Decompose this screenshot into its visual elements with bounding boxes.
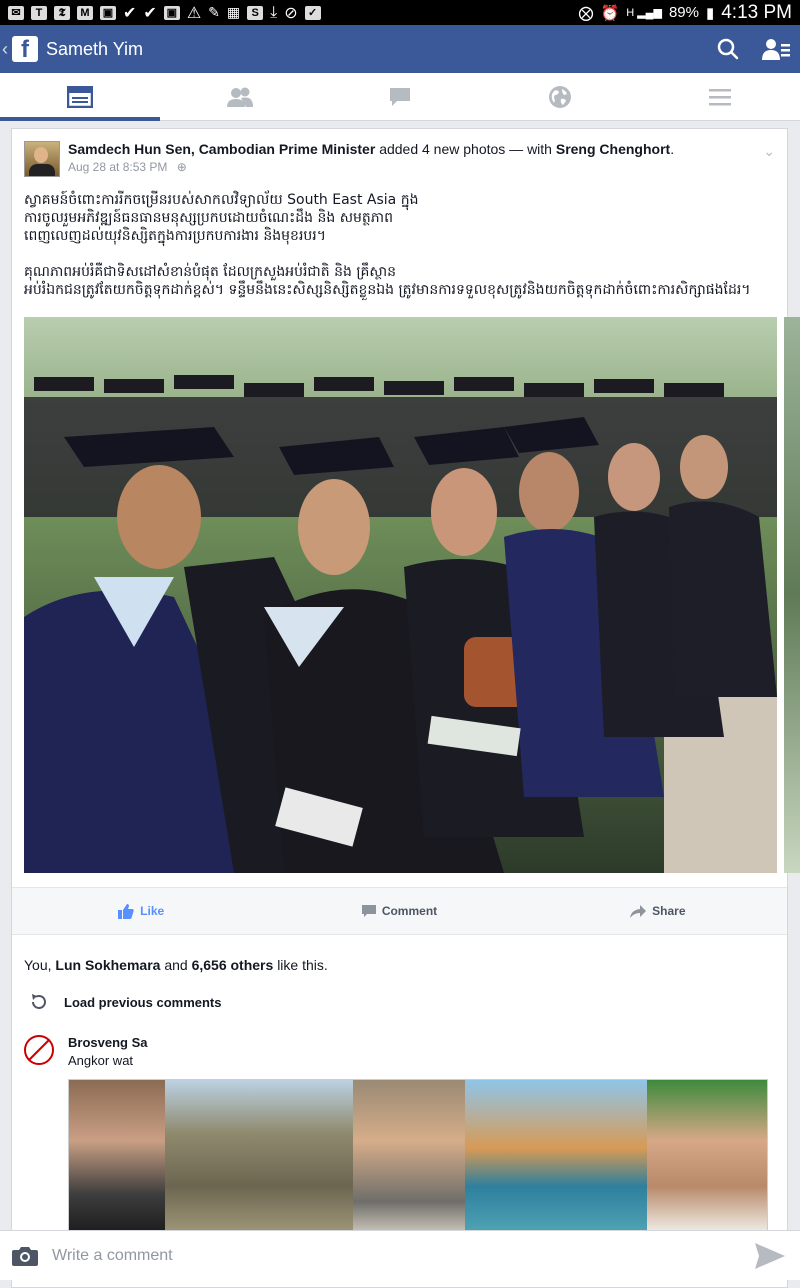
share-label: Share [652, 904, 686, 918]
profile-title: Sameth Yim [46, 38, 144, 59]
camera-icon [12, 1246, 38, 1266]
post-timestamp[interactable]: Aug 28 at 8:53 PM [68, 160, 167, 174]
check-icon: ✔ [123, 4, 137, 22]
app-bar: ‹ f Sameth Yim [0, 25, 800, 73]
post-options-chevron-icon[interactable]: ⌄ [763, 143, 775, 160]
post-meta: Aug 28 at 8:53 PM ⊕ [68, 160, 187, 174]
comment-image-portrait-2 [353, 1080, 465, 1232]
share-button[interactable]: Share [529, 888, 787, 934]
tagged-person[interactable]: Sreng Chenghort [556, 141, 670, 157]
facebook-logo[interactable]: f [12, 36, 38, 63]
comment-image-temple-1 [165, 1080, 353, 1232]
signal-icon: H ▂▄▆ [626, 7, 662, 19]
post-text: ស្វាគមន៍ចំពោះការរីកចម្រើនរបស់សាកលវិទ្យាល… [24, 192, 751, 298]
tab-more[interactable] [640, 73, 800, 120]
comment-composer [0, 1230, 800, 1280]
search-icon [717, 38, 739, 60]
author-avatar[interactable] [24, 141, 60, 177]
next-photo-preview[interactable] [784, 317, 800, 873]
battery-level: 89% [668, 4, 699, 21]
tab-news-feed[interactable] [0, 73, 160, 121]
post-actions: Like Comment Share [12, 887, 787, 935]
notifications-globe-icon [549, 85, 571, 108]
load-previous-label: Load previous comments [64, 994, 222, 1010]
search-button[interactable] [704, 38, 752, 60]
author-name[interactable]: Samdech Hun Sen, Cambodian Prime Ministe… [68, 141, 375, 157]
download-icon: ⤓ [270, 3, 278, 21]
paint-icon: ✎ [208, 4, 220, 20]
news-icon: T [31, 5, 47, 20]
alarm-icon: ⏰ [600, 4, 620, 22]
video-icon: ▦ [226, 4, 241, 20]
mail-icon: ✉ [8, 5, 24, 20]
skype-icon: S [247, 5, 264, 20]
menu-icon [709, 88, 731, 105]
task-icon: ✓ [304, 5, 321, 20]
gmail-icon: M [77, 5, 93, 20]
comment-button[interactable]: Comment [270, 888, 528, 934]
battery-icon: ▮ [705, 4, 715, 22]
public-globe-icon: ⊕ [176, 160, 187, 174]
friend-requests-icon [762, 39, 790, 60]
newspaper-icon: 𝕿 [54, 5, 70, 20]
post-card: Samdech Hun Sen, Cambodian Prime Ministe… [11, 128, 800, 1288]
post-headline: Samdech Hun Sen, Cambodian Prime Ministe… [68, 141, 675, 157]
compass-icon: ⊘ [284, 4, 298, 22]
comment-image-portrait-3 [647, 1080, 767, 1232]
load-previous-comments[interactable]: Load previous comments [30, 993, 221, 1011]
camera-button[interactable] [0, 1246, 50, 1266]
graduation-photo-image [24, 317, 777, 873]
likes-summary: You, Lun Sokhemara and 6,656 others like… [24, 957, 328, 973]
friends-icon [227, 87, 253, 107]
status-bar: ✉ T 𝕿 M ▣ ✔ ✔ ▣ ⚠ ✎ ▦ S ⤓ ⊘ ✓ ⨂ ⏰ H ▂▄▆ … [0, 0, 800, 25]
likes-others-link[interactable]: 6,656 others [192, 957, 274, 973]
commenter-name[interactable]: Brosveng Sa [68, 1035, 147, 1050]
commenter-avatar[interactable] [24, 1035, 54, 1065]
clock: 4:13 PM [721, 1, 792, 23]
warning-icon: ⚠ [186, 4, 202, 22]
tab-bar [0, 73, 800, 121]
messages-icon [390, 87, 410, 106]
share-icon [630, 904, 647, 918]
tab-messages[interactable] [320, 73, 480, 120]
comment-label: Comment [381, 904, 438, 918]
tab-notifications[interactable] [480, 73, 640, 120]
refresh-icon [32, 994, 46, 1009]
tab-friends[interactable] [160, 73, 320, 120]
check-icon: ✔ [143, 4, 157, 22]
comment-image[interactable] [68, 1079, 768, 1233]
like-icon [118, 903, 134, 919]
system-indicators: ⨂ ⏰ H ▂▄▆ 89% ▮ 4:13 PM [579, 2, 792, 24]
like-label: Like [140, 904, 165, 918]
news-feed-icon [67, 85, 93, 108]
gallery-icon: ▣ [100, 5, 116, 20]
comment-input[interactable] [50, 1245, 740, 1266]
notification-icons: ✉ T 𝕿 M ▣ ✔ ✔ ▣ ⚠ ✎ ▦ S ⤓ ⊘ ✓ [8, 3, 321, 23]
post-header: Samdech Hun Sen, Cambodian Prime Ministe… [24, 141, 775, 181]
comment-image-temple-2 [465, 1080, 647, 1232]
like-button[interactable]: Like [12, 888, 270, 934]
send-button[interactable] [740, 1242, 800, 1269]
send-icon [755, 1242, 785, 1269]
comment-icon [361, 904, 376, 917]
photo-icon: ▣ [163, 5, 180, 20]
mute-icon: ⨂ [578, 4, 594, 22]
friend-requests-button[interactable] [752, 38, 800, 60]
post-action-text: added 4 new photos — with [379, 141, 552, 157]
liker-name[interactable]: Lun Sokhemara [55, 957, 160, 973]
comment-image-portrait-1 [69, 1080, 165, 1232]
post-photo[interactable] [24, 317, 777, 873]
comment-text: Angkor wat [68, 1053, 134, 1068]
back-chevron-icon[interactable]: ‹ [2, 39, 8, 60]
